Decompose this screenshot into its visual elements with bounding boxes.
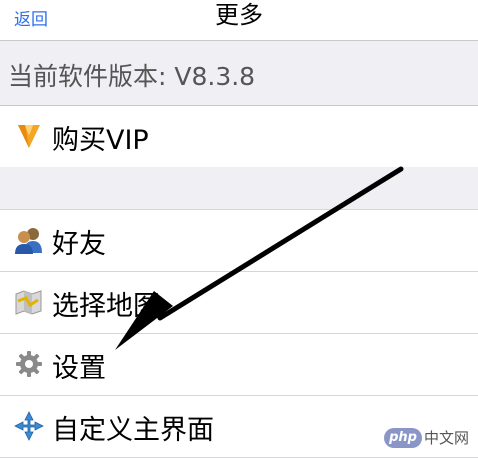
menu-item-customize-home[interactable]: 自定义主界面	[0, 396, 478, 458]
menu-item-buy-vip[interactable]: 购买VIP	[0, 106, 478, 168]
watermark: php 中文网	[384, 428, 476, 448]
version-info-row: 当前软件版本: V8.3.8	[0, 41, 478, 106]
gear-icon	[16, 351, 42, 377]
menu-item-label: 自定义主界面	[52, 415, 214, 446]
map-icon	[15, 290, 42, 315]
vip-badge-icon	[18, 125, 40, 148]
menu-item-label: 好友	[52, 229, 106, 260]
menu-item-label: 选择地图	[52, 291, 160, 322]
menu-item-friends[interactable]: 好友	[0, 210, 478, 272]
menu-item-settings[interactable]: 设置	[0, 334, 478, 396]
menu-item-label: 设置	[52, 353, 106, 384]
menu-item-select-map[interactable]: 选择地图	[0, 272, 478, 334]
navigation-bar: 返回 更多	[0, 0, 478, 41]
friends-icon	[15, 228, 42, 254]
compass-arrows-icon	[14, 411, 44, 441]
version-text: 当前软件版本: V8.3.8	[8, 62, 256, 91]
watermark-text: 中文网	[424, 429, 470, 447]
section-spacer	[0, 167, 478, 210]
page-title: 更多	[215, 1, 263, 29]
watermark-badge: php	[384, 428, 422, 448]
menu-item-label: 购买VIP	[52, 125, 149, 156]
